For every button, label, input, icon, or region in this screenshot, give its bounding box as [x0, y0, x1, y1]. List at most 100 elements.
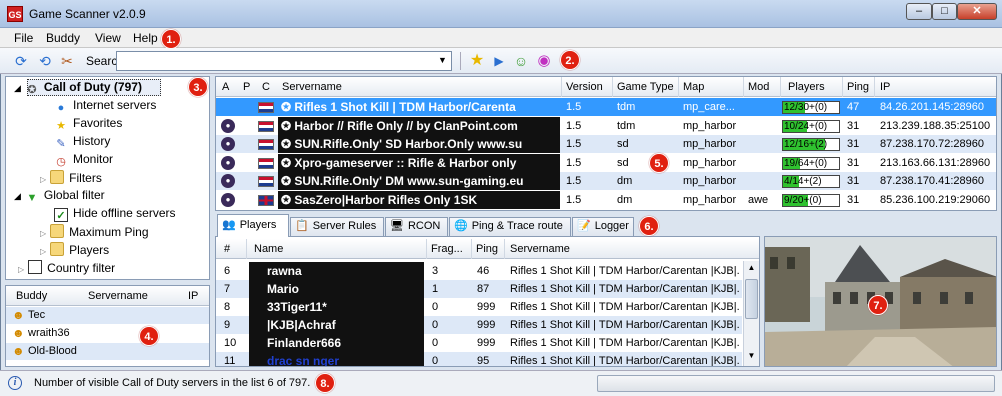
col-servername[interactable]: Servername [510, 243, 570, 255]
table-row[interactable]: 7 Mario 1 87 Rifles 1 Shot Kill | TDM Harbor… [216, 280, 742, 298]
play-icon[interactable]: ▶ [490, 52, 508, 70]
col-ip[interactable]: IP [880, 81, 890, 93]
players-count: 9/20+(0) [784, 194, 822, 206]
player-number: 10 [224, 337, 237, 349]
col-map[interactable]: Map [683, 81, 704, 93]
tree-root[interactable]: ◢ ✪ Call of Duty (797) [14, 80, 142, 97]
close-button[interactable]: ✕ [957, 3, 997, 20]
server-ping: 31 [847, 156, 860, 169]
globe-icon: 🌐 [454, 220, 468, 232]
menu-help[interactable]: Help [133, 31, 158, 45]
tree-item-internet[interactable]: ● Internet servers [54, 98, 157, 115]
col-ping[interactable]: Ping [847, 81, 869, 93]
table-row[interactable]: 11 drac sn nger 0 95 Rifles 1 Shot Kill | TD… [216, 352, 742, 366]
table-row[interactable]: ✪ Rifles 1 Shot Kill | TDM Harbor/Carent… [216, 98, 996, 116]
player-ping: 46 [477, 265, 490, 277]
col-servername[interactable]: Servername [88, 290, 148, 302]
tree-item-favorites[interactable]: ★ Favorites [54, 116, 122, 133]
funnel-icon: ▼ [26, 192, 38, 204]
scroll-down-icon[interactable]: ▼ [746, 351, 757, 363]
buddy-list: Buddy Servername IP ☻ Tec ☻ wraith36 ☻ O… [5, 285, 210, 367]
table-row[interactable]: ● ✪ SUN.Rifle.Only' SD Harbor.Only www.su… [216, 135, 996, 153]
col-version[interactable]: Version [566, 81, 603, 93]
menu-file[interactable]: File [14, 31, 33, 45]
server-gametype: tdm [617, 119, 636, 132]
col-mod[interactable]: Mod [748, 81, 769, 93]
checkbox-icon[interactable] [28, 260, 43, 274]
col-c[interactable]: C [262, 81, 270, 93]
list-item[interactable]: ☻ Old-Blood [6, 343, 209, 360]
server-version: 1.5 [566, 119, 582, 132]
col-name[interactable]: Name [254, 243, 283, 255]
tree-item-players[interactable]: ▷ Players [40, 242, 109, 257]
chevron-down-icon[interactable]: ▼ [438, 55, 447, 65]
col-players[interactable]: Players [788, 81, 825, 93]
server-ip: 213.163.66.131:28960 [880, 156, 991, 169]
menu-view[interactable]: View [95, 31, 121, 45]
refresh-all-icon[interactable]: ⟲ [36, 52, 54, 70]
tree-item-max-ping[interactable]: ▷ Maximum Ping [40, 224, 149, 239]
tree-item-history[interactable]: ✎ History [54, 134, 110, 151]
col-frags[interactable]: Frag... [431, 243, 463, 255]
minimize-button[interactable]: – [906, 3, 932, 20]
scroll-thumb[interactable] [745, 279, 758, 319]
server-version: 1.5 [566, 175, 582, 187]
tab-rcon[interactable]: 🖥 RCON [385, 217, 448, 236]
list-item[interactable]: ☻ Tec [6, 307, 209, 324]
players-bar: 10/24+(0) [782, 119, 840, 133]
col-number[interactable]: # [224, 243, 230, 255]
table-row[interactable]: ● ✪ Xpro-gameserver :: Rifle & Harbor onl… [216, 153, 996, 172]
tab-logger[interactable]: 📝 Logger [572, 217, 634, 236]
table-row[interactable]: 10 Finlander666 0 999 Rifles 1 Shot Kill | T… [216, 334, 742, 352]
checkbox-checked-icon[interactable]: ✓ [54, 208, 68, 222]
add-buddy-icon[interactable]: ☺ [512, 52, 530, 70]
menu-buddy[interactable]: Buddy [46, 31, 80, 45]
callout-badge-2: 2. [560, 50, 580, 70]
server-version: 1.5 [566, 156, 582, 169]
col-a[interactable]: A [222, 81, 229, 93]
tree-item-filters[interactable]: ▷ Filters [40, 170, 102, 185]
players-scrollbar[interactable]: ▲ ▼ [743, 261, 759, 366]
table-row[interactable]: 8 33Tiger11* 0 999 Rifles 1 Shot Kill | TDM … [216, 298, 742, 316]
refresh-icon[interactable]: ⟳ [12, 52, 30, 70]
table-row[interactable]: ● ✪ SasZero|Harbor Rifles Only 1SK 1.5 dm mp… [216, 190, 996, 209]
col-ping[interactable]: Ping [476, 243, 498, 255]
user-icon: ☻ [12, 308, 25, 322]
tab-server-rules[interactable]: 📋 Server Rules [290, 217, 384, 236]
buddy-header: Buddy Servername IP [6, 286, 209, 306]
color-wheel-icon[interactable]: ◉ [535, 52, 553, 70]
server-version: 1.5 [566, 193, 582, 206]
tree-item-hide-offline[interactable]: ✓ Hide offline servers [54, 206, 176, 222]
tree-item-monitor[interactable]: ◷ Monitor [54, 152, 113, 169]
player-ping: 87 [477, 283, 490, 295]
anticheat-icon: ● [221, 155, 235, 170]
table-row[interactable]: 6 rawna 3 46 Rifles 1 Shot Kill | TDM Harbor… [216, 262, 742, 280]
tab-players[interactable]: 👥 Players [217, 214, 289, 237]
maximize-button[interactable]: □ [932, 3, 957, 20]
tree-global-filter[interactable]: ◢ ▼ Global filter [14, 188, 105, 205]
table-row[interactable]: ● ✪ Harbor // Rifle Only // by ClanPoint.… [216, 116, 996, 135]
col-servername[interactable]: Servername [282, 81, 342, 93]
table-row[interactable]: ● ✪ SUN.Rifle.Only' DM www.sun-gaming.eu 1… [216, 172, 996, 190]
col-game-type[interactable]: Game Type [617, 81, 674, 93]
favorite-star-icon[interactable]: ★ [468, 52, 486, 70]
search-input[interactable] [116, 51, 452, 71]
tools-icon[interactable]: ✂ [58, 52, 76, 70]
players-bar: 12/30+(0) [782, 101, 840, 114]
col-p[interactable]: P [243, 81, 250, 93]
logger-icon: 📝 [577, 220, 591, 232]
tab-ping-trace[interactable]: 🌐 Ping & Trace route [449, 217, 571, 236]
user-icon: ☻ [12, 326, 25, 340]
tab-label: RCON [407, 220, 441, 232]
col-ip[interactable]: IP [188, 290, 198, 302]
server-ip: 213.239.188.35:25100 [880, 119, 991, 132]
tree-country-filter[interactable]: ▷ Country filter [18, 260, 115, 275]
tree-root-label: Call of Duty (797) [43, 80, 142, 94]
list-item[interactable]: ☻ wraith36 [6, 325, 209, 342]
server-star-icon: ✪ [281, 174, 295, 188]
table-row[interactable]: 9 |KJB|Achraf 0 999 Rifles 1 Shot Kill | TDM… [216, 316, 742, 334]
col-buddy[interactable]: Buddy [16, 290, 47, 302]
scroll-up-icon[interactable]: ▲ [746, 263, 757, 275]
players-bar: 19/64+(0) [782, 156, 840, 170]
server-star-icon: ✪ [281, 118, 295, 133]
